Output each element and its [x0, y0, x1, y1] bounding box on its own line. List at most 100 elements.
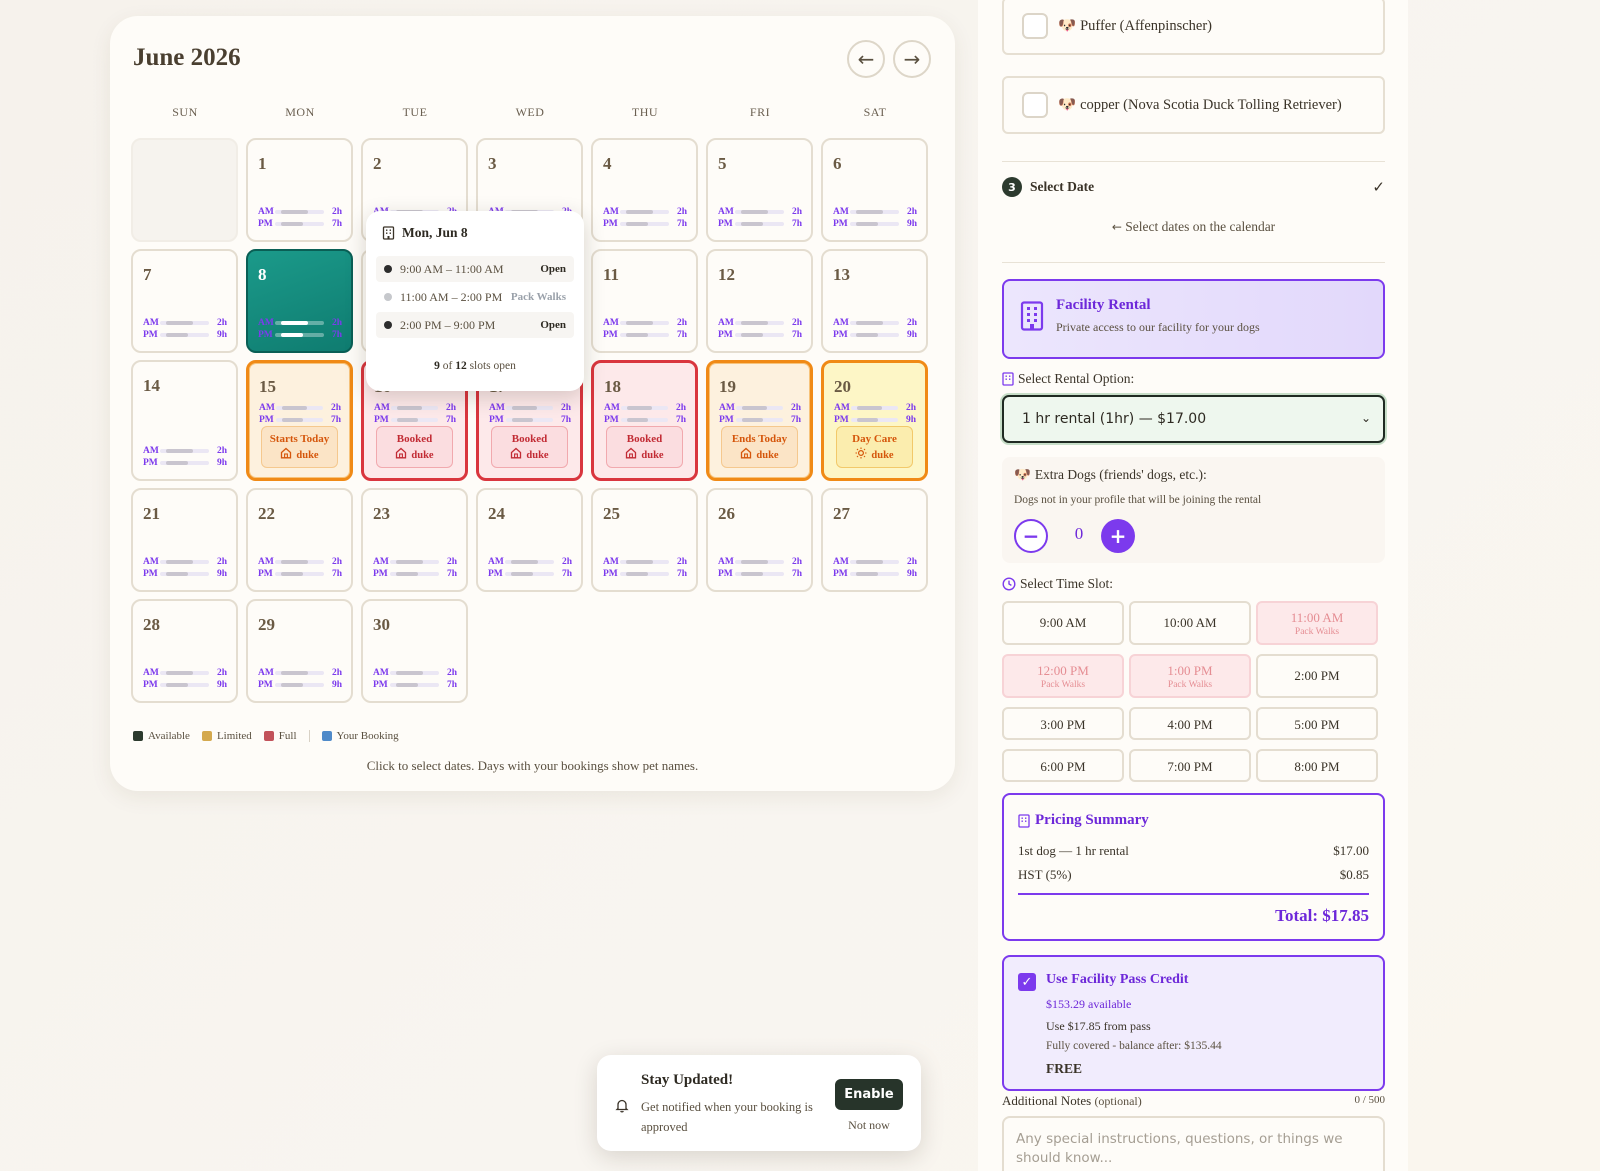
period-label: AM [603, 318, 619, 328]
dog-checkbox[interactable] [1022, 92, 1048, 118]
availability-bars: AM 2h PM 7h [489, 402, 571, 426]
availability-pm: PM 7h [259, 414, 341, 426]
day-number: 28 [143, 615, 160, 634]
day-cell-4[interactable]: 4 AM 2h PM 7h [591, 138, 698, 242]
period-label: AM [143, 318, 159, 328]
period-label: PM [603, 219, 618, 229]
day-cell-19[interactable]: 19 AM 2h PM 7h Ends Today duke [706, 360, 813, 481]
booking-panel: 🐶 Puffer (Affenpinscher) 🐶 copper (Nova Sc… [978, 0, 1408, 1171]
day-cell-26[interactable]: 26 AM 2h PM 7h [706, 488, 813, 592]
time-slot-button[interactable]: 8:00 PM [1256, 749, 1378, 782]
day-cell-28[interactable]: 28 AM 2h PM 9h [131, 599, 238, 703]
hours-value: 9h [332, 680, 343, 690]
legend-label: Your Booking [336, 730, 399, 742]
day-cell-7[interactable]: 7 AM 2h PM 9h [131, 249, 238, 353]
hours-value: 7h [562, 569, 573, 579]
divider [1002, 262, 1385, 263]
day-cell-25[interactable]: 25 AM 2h PM 7h [591, 488, 698, 592]
time-slot-button[interactable]: 2:00 PM [1256, 654, 1378, 698]
house-icon [740, 447, 752, 464]
hours-value: 2h [907, 318, 918, 328]
availability-pm: PM 7h [373, 568, 457, 580]
slot-time: 11:00 AM [1290, 610, 1344, 625]
slot-time: 11:00 AM – 2:00 PM [400, 289, 503, 304]
availability-bars: AM 2h PM 9h [143, 317, 227, 341]
pricing-row: HST (5%) $0.85 [1018, 867, 1369, 883]
period-label: PM [258, 330, 273, 340]
day-cell-1[interactable]: 1 AM 2h PM 7h [246, 138, 353, 242]
availability-track [390, 572, 439, 576]
day-cell-8[interactable]: 8 AM 2h PM 7h [246, 249, 353, 353]
time-slot-button[interactable]: 5:00 PM [1256, 707, 1378, 740]
slot-time: 6:00 PM [1040, 759, 1086, 774]
hours-value: 2h [217, 557, 228, 567]
availability-fill [855, 572, 878, 576]
slot-time: 8:00 PM [1294, 759, 1340, 774]
pet-name: duke [296, 450, 319, 461]
dog-option[interactable]: 🐶 copper (Nova Scotia Duck Tolling Retrie… [1002, 76, 1385, 134]
time-slot-button[interactable]: 7:00 PM [1129, 749, 1251, 782]
day-cell-5[interactable]: 5 AM 2h PM 7h [706, 138, 813, 242]
notes-textarea[interactable]: Any special instructions, questions, or … [1002, 1116, 1385, 1171]
availability-bars: AM 2h PM 9h [143, 556, 227, 580]
day-cell-12[interactable]: 12 AM 2h PM 7h [706, 249, 813, 353]
step-number: 3 [1002, 177, 1022, 197]
decrement-button[interactable]: − [1014, 519, 1048, 553]
not-now-button[interactable]: Not now [835, 1118, 903, 1133]
hours-value: 2h [792, 557, 803, 567]
time-slot-button[interactable]: 3:00 PM [1002, 707, 1124, 740]
time-slot-button[interactable]: 9:00 AM [1002, 601, 1124, 645]
credit-available: $153.29 available [1046, 997, 1132, 1011]
increment-button[interactable]: + [1101, 519, 1135, 553]
availability-am: AM 2h [143, 667, 227, 679]
day-cell-13[interactable]: 13 AM 2h PM 9h [821, 249, 928, 353]
pricing-divider [1018, 893, 1369, 895]
enable-notifications-button[interactable]: Enable [835, 1079, 903, 1110]
day-cell-20[interactable]: 20 AM 2h PM 9h Day Care duke [821, 360, 928, 481]
availability-am: AM 2h [258, 206, 342, 218]
day-cell-23[interactable]: 23 AM 2h PM 7h [361, 488, 468, 592]
day-cell-29[interactable]: 29 AM 2h PM 9h [246, 599, 353, 703]
dog-option[interactable]: 🐶 Puffer (Affenpinscher) [1002, 0, 1385, 55]
day-cell-14[interactable]: 14 AM 2h PM 9h [131, 360, 238, 481]
slot-time: 12:00 PM [1037, 663, 1089, 678]
toast-description: Get notified when your booking is approv… [641, 1100, 813, 1134]
booking-status: Booked [396, 433, 433, 445]
time-slot-button[interactable]: 6:00 PM [1002, 749, 1124, 782]
time-slot-button: 11:00 AM Pack Walks [1256, 601, 1378, 645]
day-cell-18[interactable]: 18 AM 2h PM 7h Booked duke [591, 360, 698, 481]
day-cell-15[interactable]: 15 AM 2h PM 7h Starts Today duke [246, 360, 353, 481]
day-cell-22[interactable]: 22 AM 2h PM 7h [246, 488, 353, 592]
period-label: AM [718, 557, 734, 567]
day-cell-6[interactable]: 6 AM 2h PM 9h [821, 138, 928, 242]
hours-value: 7h [332, 330, 343, 340]
rental-option-select[interactable]: 1 hr rental (1hr) — $17.00 ⌄ [1002, 395, 1385, 443]
legend-swatch [263, 731, 274, 742]
availability-fill [855, 333, 878, 337]
step-select-date: 3 Select Date ✓ [1002, 177, 1385, 197]
weekday-thu: THU [631, 105, 659, 119]
slot-time: 5:00 PM [1294, 717, 1340, 732]
availability-track [620, 560, 669, 564]
day-number: 29 [258, 615, 275, 634]
hours-value: 9h [217, 569, 228, 579]
period-label: AM [834, 403, 850, 413]
facility-rental-card[interactable]: Facility Rental Private access to our fa… [1002, 279, 1385, 359]
facility-title: Facility Rental [1056, 297, 1151, 313]
availability-fill [510, 560, 538, 564]
day-cell-21[interactable]: 21 AM 2h PM 9h [131, 488, 238, 592]
day-cell-30[interactable]: 30 AM 2h PM 7h [361, 599, 468, 703]
day-cell-27[interactable]: 27 AM 2h PM 9h [821, 488, 928, 592]
next-month-button[interactable]: → [893, 40, 931, 78]
day-cell-11[interactable]: 11 AM 2h PM 7h [591, 249, 698, 353]
availability-fill [855, 210, 883, 214]
time-slot-button[interactable]: 10:00 AM [1129, 601, 1251, 645]
pet-name: duke [526, 450, 549, 461]
time-slot-button[interactable]: 4:00 PM [1129, 707, 1251, 740]
dog-checkbox[interactable] [1022, 13, 1048, 39]
availability-bars: AM 2h PM 7h [718, 556, 802, 580]
credit-checkbox[interactable]: ✓ [1018, 973, 1036, 991]
day-cell-24[interactable]: 24 AM 2h PM 7h [476, 488, 583, 592]
period-label: AM [258, 318, 274, 328]
prev-month-button[interactable]: ← [847, 40, 885, 78]
